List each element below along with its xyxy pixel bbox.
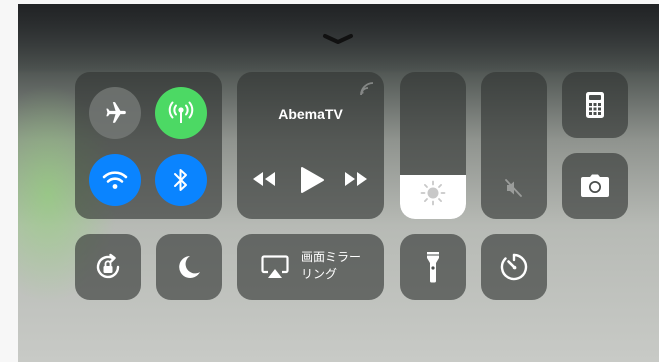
airplane-icon: [102, 100, 128, 126]
speaker-muted-icon: [505, 179, 523, 197]
bluetooth-icon: [173, 167, 189, 193]
connectivity-module: [75, 72, 222, 219]
dismiss-chevron-icon[interactable]: [322, 32, 354, 46]
fast-forward-button[interactable]: [343, 170, 369, 188]
brightness-sun-icon: [420, 180, 446, 206]
media-app-title: AbemaTV: [278, 106, 343, 122]
camera-icon: [580, 174, 610, 198]
cellular-icon: [166, 101, 196, 125]
screen-mirroring-button[interactable]: 画面ミラー リング: [237, 234, 384, 300]
screen-mirroring-label: 画面ミラー リング: [301, 249, 361, 283]
wifi-toggle[interactable]: [89, 154, 141, 206]
calculator-button[interactable]: [562, 72, 628, 138]
flashlight-button[interactable]: [400, 234, 466, 300]
orientation-lock-button[interactable]: [75, 234, 141, 300]
cellular-data-toggle[interactable]: [155, 87, 207, 139]
camera-button[interactable]: [562, 153, 628, 219]
do-not-disturb-button[interactable]: [156, 234, 222, 300]
volume-slider[interactable]: [481, 72, 547, 219]
screen-mirroring-label-line2: リング: [301, 267, 338, 281]
calculator-icon: [585, 91, 605, 119]
orientation-lock-icon: [93, 252, 123, 282]
rewind-button[interactable]: [251, 170, 277, 188]
screen-mirroring-label-line1: 画面ミラー: [301, 250, 362, 264]
airplane-mode-toggle[interactable]: [89, 87, 141, 139]
brightness-slider[interactable]: [400, 72, 466, 219]
control-center: AbemaTV 画面ミラー リング: [18, 4, 659, 362]
flashlight-icon: [426, 251, 440, 283]
timer-icon: [500, 253, 528, 281]
play-button[interactable]: [299, 166, 325, 194]
timer-button[interactable]: [481, 234, 547, 300]
wifi-icon: [102, 169, 128, 191]
airplay-audio-icon[interactable]: [360, 82, 374, 96]
moon-icon: [177, 254, 201, 280]
media-module: AbemaTV: [237, 72, 384, 219]
bluetooth-toggle[interactable]: [155, 154, 207, 206]
screen-mirroring-icon: [261, 255, 289, 279]
